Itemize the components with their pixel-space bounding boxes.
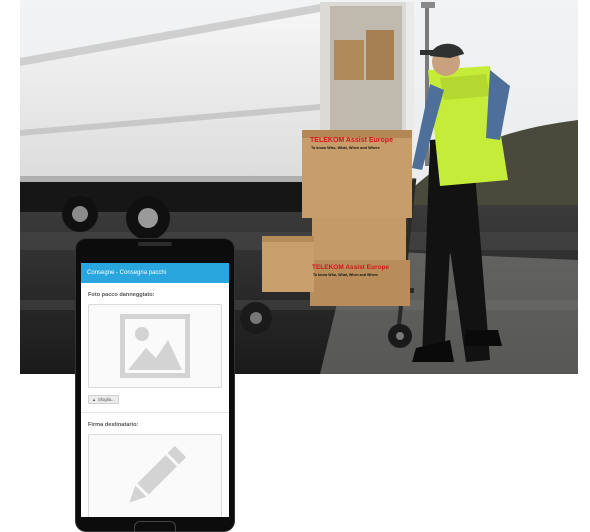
phone-screen: Consegne - Consegna pacchi Foto pacco da… [81,263,229,517]
phone-home-button [134,521,176,532]
app-header-title: Consegne - Consegna pacchi [81,263,229,283]
box2-brand-label: TELEKOM Assist Europe [312,264,390,271]
image-icon [120,314,190,378]
section-divider [81,412,229,413]
pencil-icon [129,445,187,503]
box-tagline-label: To know Who, What, When and Where [311,146,380,150]
upload-icon: ▲ [92,397,96,402]
browse-button-label: Sfoglia... [97,397,115,402]
phone-speaker [138,242,172,246]
box-brand-label: TELEKOM Assist Europe [310,137,393,144]
signature-pad[interactable] [88,434,222,517]
photo-upload-area[interactable] [88,304,222,388]
phone-mockup: Consegne - Consegna pacchi Foto pacco da… [76,239,234,532]
browse-button[interactable]: ▲ Sfoglia... [88,395,119,404]
signature-section-label: Firma destinatario: [88,422,139,428]
photo-section-label: Foto pacco danneggiato: [88,292,155,298]
box2-tagline-label: To know Who, What, When and Where [313,273,379,277]
